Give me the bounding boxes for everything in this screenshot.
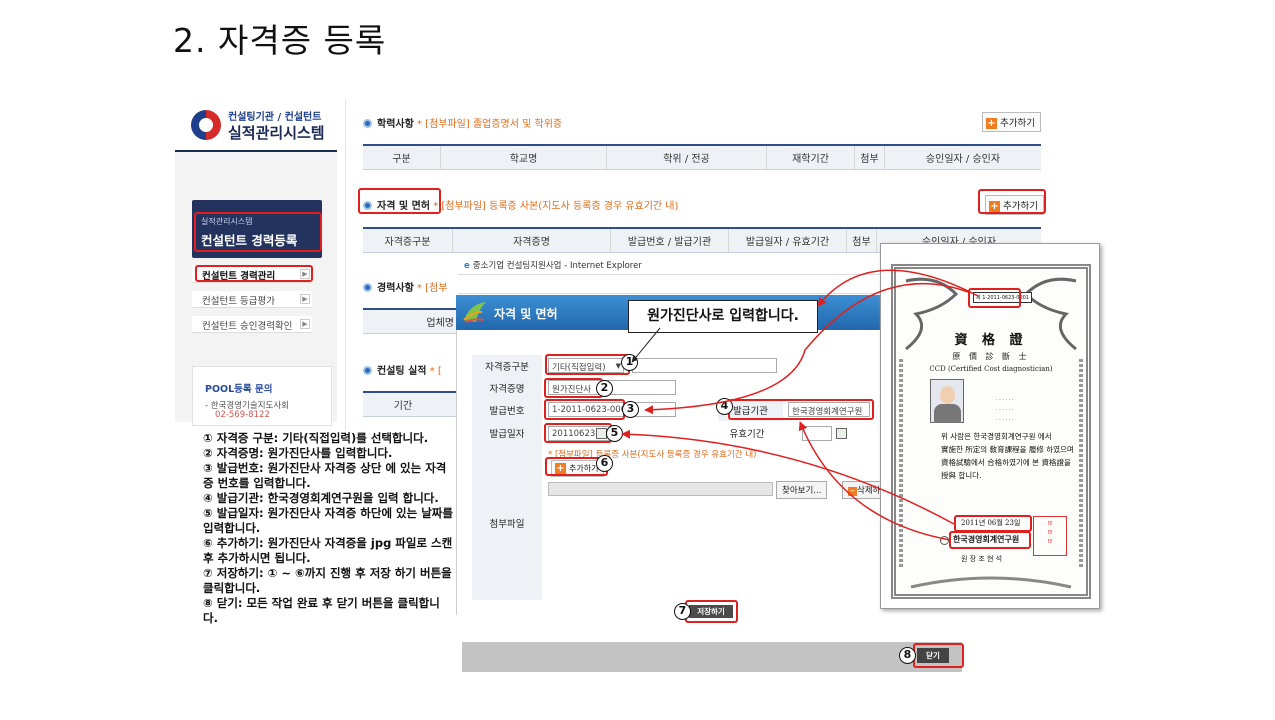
internet-explorer-icon: e <box>464 261 470 271</box>
column-header: 자격증명 <box>453 229 611 252</box>
name-label: 자격증명 <box>472 377 542 399</box>
add-education-button[interactable]: + 추가하기 <box>982 112 1041 132</box>
highlight-save <box>685 600 738 623</box>
highlight-cert-date <box>954 515 1032 532</box>
column-header: 발급일자 / 유효기간 <box>729 229 847 252</box>
step-marker: 5 <box>606 425 623 442</box>
step-marker: 8 <box>899 647 916 664</box>
type-custom-input[interactable] <box>632 358 777 373</box>
career-table-header: 업체명 <box>363 308 458 334</box>
logo-title: 실적관리시스템 <box>228 124 325 142</box>
highlight-close <box>913 643 964 668</box>
logo-subtitle: 컨설팅기관 / 컨설턴트 <box>228 112 322 123</box>
valid-input[interactable] <box>802 426 832 441</box>
cert-name-en: CCD (Certified Cost diagnostician) <box>929 365 1053 373</box>
section-education-title: 학력사항 * [첨부파일] 졸업증명서 및 학위증 <box>363 115 562 130</box>
instruction-item: ⑤ 발급일자: 원가진단사 자격증 하단에 있는 날짜를 입력합니다. <box>203 506 453 535</box>
instruction-item: ⑧ 닫기: 모든 작업 완료 후 닫기 버튼을 클릭합니다. <box>203 596 440 625</box>
column-header: 구분 <box>363 146 441 169</box>
instruction-item: ⑥ 추가하기: 원가진단사 자격증을 jpg 파일로 스캔 후 추가하시면 됩니… <box>203 536 453 565</box>
highlight-number <box>544 399 625 420</box>
consulting-table-header: 기간 <box>363 391 458 417</box>
step-marker: 7 <box>674 603 691 620</box>
section-career-title: 경력사항 * [첨부 <box>363 279 447 294</box>
step-marker: 2 <box>596 380 613 397</box>
column-header: 발급번호 / 발급기관 <box>611 229 729 252</box>
type-label: 자격증구분 <box>472 355 542 377</box>
pool-phone: 02-569-8122 <box>215 410 270 420</box>
attach-label: 첨부파일 <box>472 445 542 600</box>
instruction-callout: 원가진단사로 입력합니다. <box>628 300 818 333</box>
instruction-item: ① 자격증 구분: 기타(직접입력)를 선택합니다. <box>203 431 429 445</box>
cert-head: 원 장 조 현 석 <box>961 555 1003 563</box>
calendar-icon[interactable] <box>836 428 847 439</box>
ie-title-bar: e 중소기업 컨설팅지원사업 - Internet Explorer <box>458 255 883 275</box>
highlight-add-license <box>978 189 1046 214</box>
column-header: 첨부 <box>855 146 885 169</box>
step-marker: 4 <box>716 398 733 415</box>
sidebar-item-label: 컨설턴트 승인경력확인 <box>202 321 293 332</box>
bullet-icon <box>363 119 372 128</box>
sidebar-item-grade-evaluation[interactable]: 컨설턴트 등급평가 ▶ <box>192 291 312 308</box>
instruction-item: ③ 발급번호: 원가진단사 자격증 상단 에 있는 자격증 번호를 입력합니다. <box>203 461 447 490</box>
cert-body: 위 사람은 한국경영회계연구원 에서 實施한 所定의 敎育課程을 履修 하였으며… <box>941 432 1074 480</box>
site-logo[interactable]: 컨설팅기관 / 컨설턴트 실적관리시스템 <box>188 104 338 148</box>
ie-address-bar <box>458 276 883 294</box>
minus-icon: − <box>848 487 857 496</box>
highlight-banner <box>194 212 322 252</box>
sidebar-item-approved-career[interactable]: 컨설턴트 승인경력확인 ▶ <box>192 316 312 333</box>
chevron-right-icon: ▶ <box>300 319 310 329</box>
highlight-issuer <box>728 399 874 420</box>
valid-label: 유효기간 <box>712 421 782 445</box>
pool-contact-box: POOL등록 문의 - 한국경영기술지도사회 02-569-8122 <box>192 366 332 426</box>
browse-button[interactable]: 찾아보기... <box>776 481 828 499</box>
column-header: 업체명 <box>426 318 454 329</box>
instruction-item: ② 자격증명: 원가진단사를 입력합니다. <box>203 446 393 460</box>
content-divider <box>345 100 346 430</box>
pool-title: POOL등록 문의 <box>205 384 273 395</box>
delete-button[interactable]: − 삭제하 <box>842 481 882 499</box>
date-label: 발급일자 <box>472 421 542 445</box>
instruction-item: ⑦ 저장하기: ① ~ ⑥까지 진행 후 저장 하기 버튼을 클릭합니다. <box>203 566 452 595</box>
leaf-logo-icon <box>463 302 486 323</box>
number-label: 발급번호 <box>472 399 542 421</box>
column-header: 재학기간 <box>767 146 855 169</box>
highlight-cert-org <box>949 531 1031 549</box>
section-consulting-title: 컨설팅 실적 * [ <box>363 362 442 377</box>
column-header: 학위 / 전공 <box>607 146 767 169</box>
highlight-cert-number <box>968 288 1021 308</box>
portrait-photo <box>930 379 964 423</box>
education-table-header: 구분 학교명 학위 / 전공 재학기간 첨부 승인일자 / 승인자 <box>363 144 1041 170</box>
step-marker: 6 <box>596 455 613 472</box>
instruction-item: ④ 발급기관: 한국경영회계연구원을 입력 합니다. <box>203 491 439 505</box>
taegeuk-logo-icon <box>191 110 221 140</box>
radio-icon <box>940 536 949 545</box>
highlight-license-title <box>358 188 441 214</box>
slide-title: 2. 자격증 등록 <box>173 21 387 60</box>
sidebar-item-label: 컨설턴트 등급평가 <box>202 296 275 307</box>
ie-window-title: 중소기업 컨설팅지원사업 - Internet Explorer <box>472 261 642 271</box>
column-header: 첨부 <box>847 229 877 252</box>
dialog-title: 자격 및 면허 <box>494 307 558 321</box>
highlight-career-management <box>195 265 313 282</box>
column-header: 승인일자 / 승인자 <box>925 154 1001 165</box>
plus-icon: + <box>986 118 997 129</box>
highlight-name <box>544 378 603 398</box>
instruction-list: ① 자격증 구분: 기타(직접입력)를 선택합니다. ② 자격증명: 원가진단사… <box>203 431 453 626</box>
bullet-icon <box>363 283 372 292</box>
highlight-date <box>544 423 612 443</box>
highlight-type <box>545 354 630 375</box>
official-seal-icon: 印印印 <box>1033 516 1067 556</box>
cert-name-cn: 原 價 診 斷 士 <box>952 352 1030 361</box>
cert-title: 資 格 證 <box>954 333 1028 348</box>
column-header: 학교명 <box>441 146 607 169</box>
column-header: 기간 <box>393 401 413 412</box>
bullet-icon <box>363 366 372 375</box>
column-header: 자격증구분 <box>363 229 453 252</box>
chevron-right-icon: ▶ <box>300 294 310 304</box>
dialog-footer <box>462 642 962 672</box>
step-marker: 1 <box>621 354 638 371</box>
step-marker: 3 <box>622 401 639 418</box>
file-path-input[interactable] <box>548 482 773 496</box>
